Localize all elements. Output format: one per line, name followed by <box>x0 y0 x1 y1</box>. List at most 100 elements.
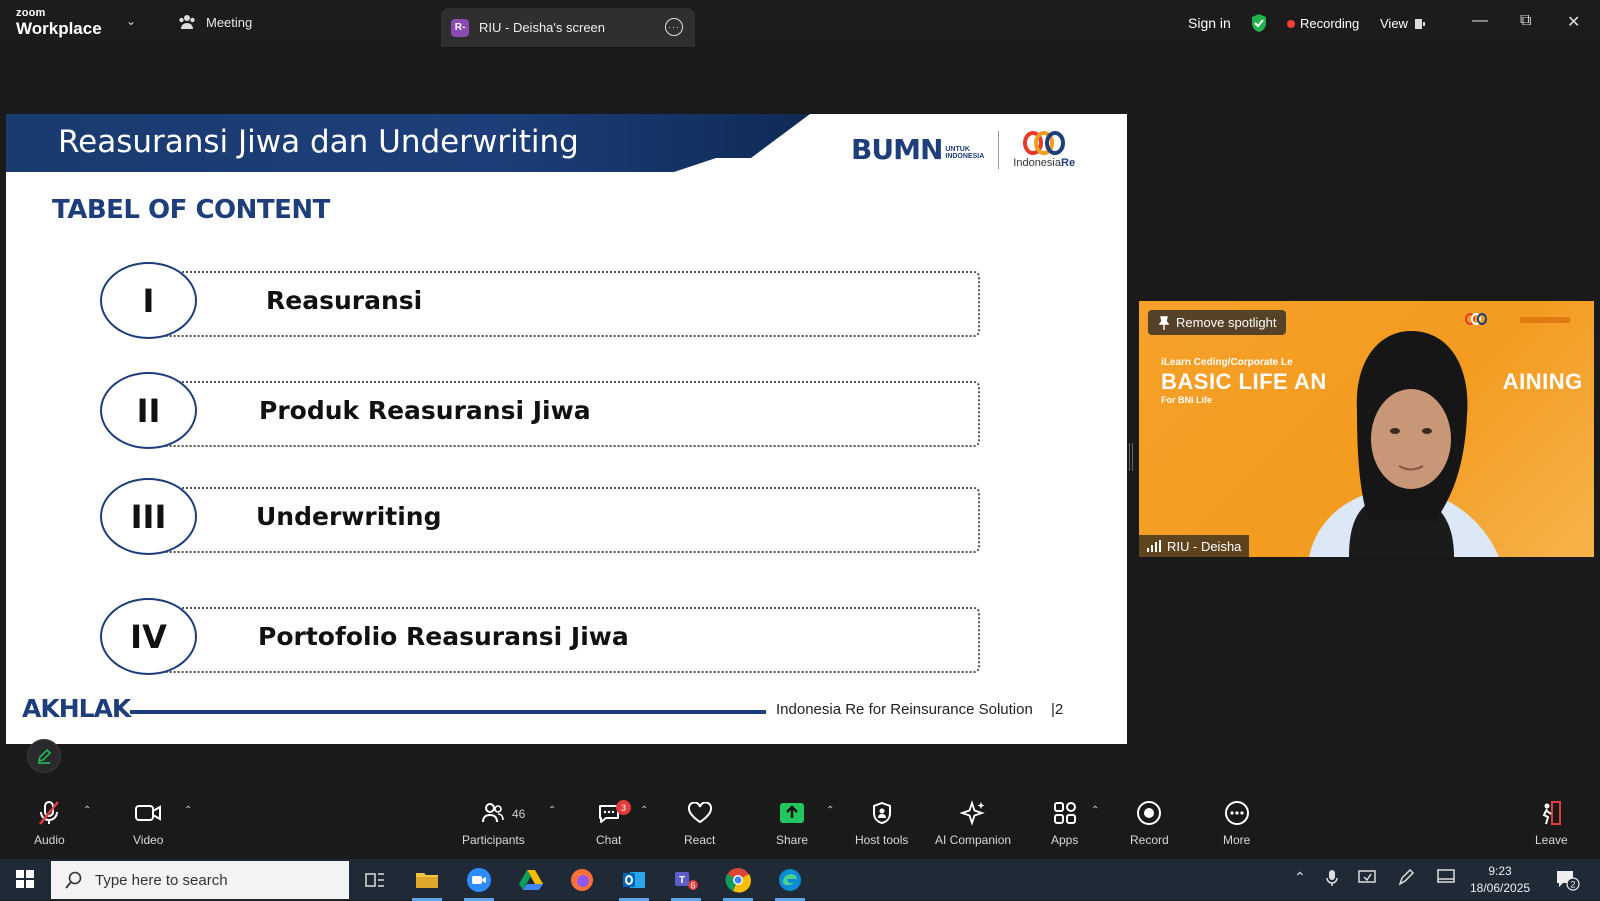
participants-label: Participants <box>462 833 525 847</box>
recording-indicator[interactable]: Recording <box>1287 16 1359 31</box>
footer-page-number: |2 <box>1051 701 1064 718</box>
participants-count: 46 <box>512 807 526 821</box>
people-icon <box>179 15 195 29</box>
record-icon <box>1137 801 1162 825</box>
notification-center-icon[interactable]: 2 <box>1556 869 1580 891</box>
firefox-icon[interactable] <box>563 864 601 896</box>
bumn-sub-1: UNTUK <box>945 145 970 153</box>
panel-resize-handle[interactable] <box>1129 443 1133 471</box>
shared-slide: Reasuransi Jiwa dan Underwriting BUMN UN… <box>6 114 1127 744</box>
logo-divider <box>998 131 1000 169</box>
audio-button[interactable]: Audio <box>34 799 65 847</box>
share-caret-icon[interactable]: ⌃ <box>826 805 834 816</box>
toc-item-label: Reasuransi <box>266 286 423 315</box>
ai-companion-button[interactable]: AI Companion <box>935 799 1011 847</box>
pen-tray-icon[interactable] <box>1397 869 1415 887</box>
taskbar-clock[interactable]: 9:23 18/06/2025 <box>1470 863 1530 897</box>
meeting-toolbar: Audio ⌃ Video ⌃ Participants 46 ⌃ Chat 3… <box>0 789 1600 859</box>
taskbar-search-input[interactable]: Type here to search <box>51 861 349 899</box>
microphone-tray-icon[interactable] <box>1325 869 1339 887</box>
participants-caret-icon[interactable]: ⌃ <box>548 805 556 816</box>
bumn-logo-sub: UNTUK INDONESIA <box>945 146 984 161</box>
close-icon[interactable]: ✕ <box>1567 12 1580 32</box>
chrome-icon[interactable] <box>719 864 757 901</box>
view-button[interactable]: View <box>1380 16 1426 31</box>
screen-share-tray-icon[interactable] <box>1358 869 1376 885</box>
apps-caret-icon[interactable]: ⌃ <box>1091 805 1099 816</box>
chat-label: Chat <box>596 833 622 847</box>
display-tray-icon[interactable] <box>1437 869 1455 885</box>
clock-date: 18/06/2025 <box>1470 881 1531 895</box>
outlook-icon[interactable] <box>615 864 653 901</box>
toc-item: II Produk Reasuransi Jiwa <box>100 372 980 452</box>
apps-icon <box>1053 802 1076 824</box>
slide-logos: BUMN UNTUK INDONESIA IndonesiaRe <box>851 131 1075 169</box>
windows-start-icon[interactable] <box>16 870 34 888</box>
audio-label: Audio <box>34 833 65 847</box>
host-tools-button[interactable]: Host tools <box>855 799 908 847</box>
clock-time: 9:23 <box>1488 864 1512 878</box>
sign-in-link[interactable]: Sign in <box>1188 15 1231 31</box>
toc-numeral: I <box>100 262 197 339</box>
zoom-app-icon[interactable] <box>460 864 498 901</box>
leave-icon <box>1543 801 1562 825</box>
title-bar: zoom Workplace ⌄ Meeting R- RIU - Deisha… <box>0 0 1600 47</box>
participant-video-tile[interactable]: iLearn Ceding/Corporate Le BASIC LIFE AN… <box>1139 301 1594 557</box>
edge-icon[interactable] <box>771 864 809 901</box>
minimize-icon[interactable]: — <box>1472 12 1488 30</box>
ire-name-1: Indonesia <box>1013 157 1061 169</box>
show-hidden-icons-icon[interactable]: ⌃ <box>1294 869 1306 886</box>
indonesia-re-logo: IndonesiaRe <box>1013 131 1075 169</box>
video-background-subtitle: For BNI Life <box>1161 395 1212 405</box>
task-view-icon[interactable] <box>356 864 394 896</box>
tab-meeting[interactable]: Meeting <box>178 14 252 30</box>
view-label: View <box>1380 16 1408 31</box>
share-tab-label: RIU - Deisha's screen <box>479 20 606 35</box>
react-button[interactable]: React <box>684 799 715 847</box>
react-label: React <box>684 833 716 847</box>
record-button[interactable]: Record <box>1130 799 1169 847</box>
view-layout-icon <box>1414 18 1425 29</box>
teams-badge: 6 <box>691 881 696 891</box>
signal-strength-icon <box>1147 540 1161 552</box>
shield-icon <box>872 801 891 825</box>
leave-button[interactable]: Leave <box>1535 799 1568 847</box>
google-drive-icon[interactable] <box>512 864 550 896</box>
toc-numeral: III <box>100 478 197 555</box>
annotate-button[interactable] <box>27 739 61 773</box>
teams-icon[interactable]: T6 <box>667 864 705 901</box>
toc-item-label: Produk Reasuransi Jiwa <box>259 396 591 425</box>
indonesia-re-name: IndonesiaRe <box>1013 157 1075 169</box>
more-label: More <box>1223 833 1251 847</box>
file-explorer-icon[interactable] <box>408 864 446 901</box>
zoom-workplace-logo[interactable]: zoom Workplace <box>16 8 102 38</box>
slide-title: Reasuransi Jiwa dan Underwriting <box>58 124 579 160</box>
participant-name: RIU - Deisha <box>1167 538 1242 554</box>
bumn-logo: BUMN <box>851 133 943 166</box>
share-label: Share <box>776 833 809 847</box>
recording-label: Recording <box>1300 16 1360 31</box>
sparkle-icon <box>960 800 985 826</box>
audio-options-caret-icon[interactable]: ⌃ <box>83 805 91 816</box>
pin-icon <box>1158 315 1170 330</box>
microphone-muted-icon <box>39 801 60 825</box>
chevron-down-icon[interactable]: ⌄ <box>126 14 136 28</box>
video-options-caret-icon[interactable]: ⌃ <box>184 805 192 816</box>
participant-name-label: RIU - Deisha <box>1139 535 1250 557</box>
participant-person-image <box>1309 331 1499 557</box>
akhlak-logo: AKHLAK <box>22 694 131 723</box>
restore-icon[interactable]: ⧉ <box>1520 12 1531 30</box>
share-button[interactable]: Share <box>776 799 808 847</box>
more-options-icon[interactable]: ··· <box>665 18 683 36</box>
share-screen-icon <box>780 803 805 823</box>
tab-screen-share[interactable]: R- RIU - Deisha's screen ··· <box>441 8 695 47</box>
share-tab-badge: R- <box>451 18 469 37</box>
toc-item-label: Portofolio Reasuransi Jiwa <box>258 622 629 651</box>
apps-button[interactable]: Apps <box>1051 799 1078 847</box>
encryption-shield-icon[interactable] <box>1250 13 1268 33</box>
video-button[interactable]: Video <box>133 799 163 847</box>
bumn-sub-2: INDONESIA <box>945 153 985 160</box>
chat-caret-icon[interactable]: ⌃ <box>640 805 648 816</box>
remove-spotlight-button[interactable]: Remove spotlight <box>1148 310 1287 335</box>
more-button[interactable]: More <box>1223 799 1250 847</box>
